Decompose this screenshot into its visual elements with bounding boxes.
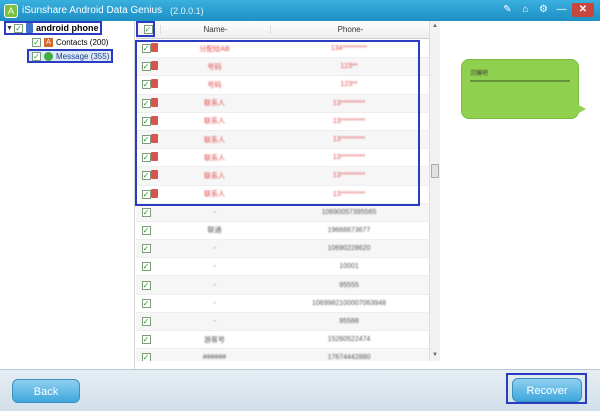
phone-icon bbox=[26, 23, 33, 33]
tree-root-android-phone[interactable]: ▼ ✓ android phone bbox=[4, 21, 102, 35]
message-text-redacted bbox=[470, 80, 570, 82]
row-checkbox[interactable]: ✓ bbox=[141, 225, 151, 235]
app-logo-icon: A bbox=[4, 3, 18, 18]
home-icon[interactable]: ⌂ bbox=[518, 3, 533, 17]
device-tree: ▼ ✓ android phone ✓ A Contacts (200) ✓ M… bbox=[0, 21, 135, 369]
row-name: ###### bbox=[202, 354, 227, 361]
row-name: 联通 bbox=[207, 227, 222, 235]
back-button[interactable]: Back bbox=[12, 379, 80, 403]
row-name: - bbox=[213, 208, 216, 216]
table-row[interactable]: ✓ - 10690228620 bbox=[136, 240, 430, 259]
column-header-phone[interactable]: Phone- bbox=[270, 25, 430, 34]
row-phone: 1069982100007063948 bbox=[312, 299, 386, 307]
table-row[interactable]: ✓ - 1069982100007063948 bbox=[136, 295, 430, 313]
row-checkbox[interactable]: ✓ bbox=[141, 262, 151, 272]
row-checkbox[interactable]: ✓ bbox=[141, 280, 151, 290]
row-name: 游客号 bbox=[204, 336, 225, 344]
scroll-up-icon[interactable]: ▲ bbox=[430, 21, 440, 32]
table-row[interactable]: ✓ - 95588 bbox=[136, 312, 430, 331]
contacts-icon: A bbox=[44, 37, 53, 47]
row-checkbox-cell[interactable]: ✓ bbox=[136, 353, 151, 361]
table-header: ✓ Name- Phone- bbox=[136, 21, 430, 39]
message-preview: 沉睡吧 bbox=[441, 21, 600, 369]
close-icon[interactable]: ✕ bbox=[572, 3, 594, 17]
row-name: - bbox=[213, 281, 216, 289]
table-row[interactable]: ✓ - 10690057395565 bbox=[136, 203, 430, 222]
table-row[interactable]: ✓ ###### 17674442880 bbox=[136, 349, 430, 361]
root-label: android phone bbox=[36, 23, 99, 33]
window-controls: ✎ ⌂ ⚙ — ✕ bbox=[500, 3, 594, 17]
settings-icon[interactable]: ⚙ bbox=[536, 3, 551, 17]
column-header-name[interactable]: Name- bbox=[160, 25, 270, 34]
message-checkbox[interactable]: ✓ bbox=[32, 51, 41, 61]
table-row[interactable]: ✓ 游客号 15260522474 bbox=[136, 331, 430, 350]
tree-item-message[interactable]: ✓ Message (355) bbox=[27, 49, 113, 63]
row-checkbox[interactable]: ✓ bbox=[141, 207, 151, 217]
scroll-down-icon[interactable]: ▼ bbox=[430, 350, 440, 361]
row-checkbox-cell[interactable]: ✓ bbox=[136, 262, 151, 272]
table-row[interactable]: ✓ 联通 19666673677 bbox=[136, 222, 430, 241]
row-phone: 95555 bbox=[339, 281, 359, 289]
title-bar: A iSunshare Android Data Genius (2.0.0.1… bbox=[0, 0, 600, 21]
pin-icon[interactable]: ✎ bbox=[500, 3, 515, 17]
minimize-icon[interactable]: — bbox=[554, 3, 569, 17]
app-title: iSunshare Android Data Genius bbox=[22, 5, 163, 16]
scroll-thumb[interactable] bbox=[431, 164, 439, 178]
tree-item-contacts[interactable]: ✓ A Contacts (200) bbox=[32, 35, 108, 49]
row-checkbox-cell[interactable]: ✓ bbox=[136, 298, 151, 308]
message-text: 沉睡吧 bbox=[470, 71, 489, 77]
row-checkbox-cell[interactable]: ✓ bbox=[136, 280, 151, 290]
row-checkbox-cell[interactable]: ✓ bbox=[136, 244, 151, 254]
row-phone: 15260522474 bbox=[327, 336, 371, 344]
row-checkbox-cell[interactable]: ✓ bbox=[136, 316, 151, 326]
select-all-highlight bbox=[136, 21, 155, 37]
contacts-checkbox[interactable]: ✓ bbox=[32, 37, 41, 47]
recover-highlight bbox=[506, 373, 587, 404]
message-bubble: 沉睡吧 bbox=[461, 59, 586, 119]
row-phone: 10001 bbox=[339, 263, 359, 271]
row-checkbox-cell[interactable]: ✓ bbox=[136, 207, 151, 217]
message-label: Message (355) bbox=[56, 51, 110, 61]
row-checkbox[interactable]: ✓ bbox=[141, 335, 151, 345]
deleted-rows-highlight bbox=[135, 40, 420, 206]
row-name: - bbox=[213, 299, 216, 307]
row-checkbox[interactable]: ✓ bbox=[141, 298, 151, 308]
table-row[interactable]: ✓ - 10001 bbox=[136, 258, 430, 277]
row-name: - bbox=[213, 263, 216, 271]
root-checkbox[interactable]: ✓ bbox=[14, 23, 23, 33]
row-name: - bbox=[213, 245, 216, 253]
row-phone: 10690228620 bbox=[327, 245, 371, 253]
message-icon bbox=[44, 51, 53, 61]
row-name: - bbox=[213, 317, 216, 325]
row-phone: 19666673677 bbox=[327, 226, 371, 234]
row-phone: 95588 bbox=[339, 317, 359, 325]
row-checkbox[interactable]: ✓ bbox=[141, 353, 151, 361]
row-checkbox[interactable]: ✓ bbox=[141, 316, 151, 326]
app-version: (2.0.0.1) bbox=[170, 5, 204, 16]
table-row[interactable]: ✓ - 95555 bbox=[136, 276, 430, 295]
expand-triangle-icon[interactable]: ▼ bbox=[6, 25, 14, 32]
row-phone: 17674442880 bbox=[327, 354, 371, 361]
row-checkbox-cell[interactable]: ✓ bbox=[136, 335, 151, 345]
vertical-scrollbar[interactable]: ▲ ▼ bbox=[429, 21, 440, 361]
contacts-label: Contacts (200) bbox=[56, 37, 109, 47]
row-checkbox-cell[interactable]: ✓ bbox=[136, 225, 151, 235]
row-phone: 10690057395565 bbox=[321, 208, 377, 216]
row-checkbox[interactable]: ✓ bbox=[141, 244, 151, 254]
